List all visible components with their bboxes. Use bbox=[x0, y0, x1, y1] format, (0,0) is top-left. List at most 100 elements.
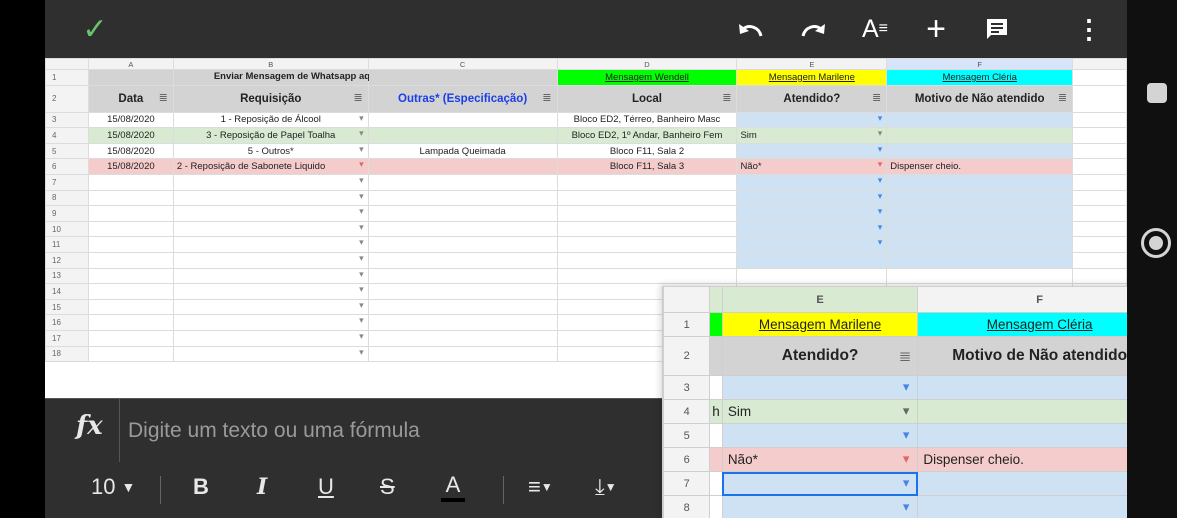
cell-b1[interactable]: Enviar Mensagem de Whatsapp aqui --> bbox=[172, 69, 393, 86]
col-header-b[interactable]: B bbox=[172, 58, 369, 70]
vertical-align-icon[interactable]: ⤓ ▼ bbox=[595, 474, 617, 500]
header-atendido[interactable]: Atendido? bbox=[736, 84, 888, 113]
row-number[interactable]: 18 bbox=[45, 345, 89, 363]
cell-motivo[interactable] bbox=[886, 142, 1074, 160]
cell-empty[interactable] bbox=[367, 267, 558, 285]
cell-atendido[interactable]: Não* bbox=[736, 158, 888, 175]
row-number[interactable]: 3 bbox=[45, 111, 89, 129]
row-number[interactable]: 5 bbox=[45, 142, 89, 160]
cell-date[interactable]: 15/08/2020 bbox=[87, 127, 174, 144]
zoom-link-cleria[interactable]: Mensagem Cléria bbox=[917, 312, 1127, 337]
cell-date[interactable]: 15/08/2020 bbox=[87, 158, 174, 175]
formula-input[interactable]: Digite um texto ou uma fórmula bbox=[128, 419, 420, 443]
cell-empty[interactable] bbox=[87, 189, 174, 207]
cell-empty[interactable] bbox=[87, 236, 174, 253]
cell-requisicao[interactable] bbox=[172, 173, 369, 191]
cell-empty[interactable] bbox=[556, 267, 738, 285]
cell-local[interactable]: Bloco F11, Sala 2 bbox=[556, 142, 738, 160]
cell-empty[interactable] bbox=[1072, 236, 1127, 253]
zoom-header-atendido[interactable]: Atendido? bbox=[721, 336, 919, 376]
col-header-c[interactable]: C bbox=[367, 58, 558, 70]
zoom-cell-atendido[interactable] bbox=[721, 375, 919, 400]
cell-empty[interactable] bbox=[1072, 173, 1127, 191]
bold-button[interactable]: B bbox=[193, 474, 209, 500]
cell-empty[interactable] bbox=[87, 298, 174, 316]
cell-empty[interactable] bbox=[87, 267, 174, 285]
cell-requisicao[interactable] bbox=[172, 345, 369, 363]
header-outras[interactable]: Outras* (Especificação) bbox=[367, 84, 558, 113]
cell-motivo[interactable]: Dispenser cheio. bbox=[886, 158, 1074, 175]
comment-icon[interactable] bbox=[975, 8, 1019, 50]
cell-g1[interactable] bbox=[1072, 69, 1127, 86]
zoom-row-number[interactable]: 6 bbox=[663, 447, 711, 472]
zoom-cell-atendido[interactable]: Não* bbox=[721, 447, 919, 472]
cell-atendido[interactable] bbox=[736, 251, 888, 269]
header-local[interactable]: Local bbox=[556, 84, 738, 113]
zoom-row-number[interactable]: 5 bbox=[663, 423, 711, 448]
cell-atendido[interactable] bbox=[736, 205, 888, 222]
zoom-row-number[interactable]: 1 bbox=[663, 312, 711, 337]
cell-motivo[interactable] bbox=[886, 251, 1074, 269]
zoom-cell-atendido[interactable]: Sim bbox=[721, 399, 919, 424]
cell-empty[interactable] bbox=[367, 298, 558, 316]
cell-requisicao[interactable]: 2 - Reposição de Sabonete Liquido bbox=[172, 158, 369, 175]
cell-requisicao[interactable] bbox=[172, 314, 369, 331]
cell-atendido[interactable] bbox=[736, 220, 888, 238]
cell-empty[interactable] bbox=[87, 345, 174, 363]
row-number[interactable]: 13 bbox=[45, 267, 89, 285]
cell-motivo[interactable] bbox=[886, 111, 1074, 129]
cell-date[interactable]: 15/08/2020 bbox=[87, 142, 174, 160]
text-color-button[interactable]: A bbox=[441, 474, 465, 502]
cell-empty[interactable] bbox=[556, 189, 738, 207]
zoom-header-motivo[interactable]: Motivo de Não atendido bbox=[917, 336, 1127, 376]
zoom-row-number[interactable]: 8 bbox=[663, 495, 711, 518]
more-vert-icon[interactable]: ⋮ bbox=[1069, 8, 1109, 50]
cell-atendido[interactable] bbox=[736, 142, 888, 160]
redo-icon[interactable] bbox=[790, 8, 834, 50]
cell-empty[interactable] bbox=[556, 173, 738, 191]
cell-outras[interactable] bbox=[367, 111, 558, 129]
cell-empty[interactable] bbox=[556, 236, 738, 253]
underline-button[interactable]: U bbox=[318, 474, 334, 500]
zoom-cell-atendido[interactable] bbox=[721, 495, 919, 518]
strikethrough-button[interactable]: S bbox=[380, 474, 395, 500]
cell-empty[interactable] bbox=[367, 205, 558, 222]
cell-requisicao[interactable] bbox=[172, 267, 369, 285]
cell-atendido[interactable] bbox=[736, 111, 888, 129]
col-header-d[interactable]: D bbox=[556, 58, 738, 70]
undo-icon[interactable] bbox=[730, 8, 774, 50]
check-icon[interactable]: ✓ bbox=[75, 8, 115, 50]
cell-empty[interactable] bbox=[367, 173, 558, 191]
cell-requisicao[interactable]: 5 - Outros* bbox=[172, 142, 369, 160]
cell-local[interactable]: Bloco F11, Sala 3 bbox=[556, 158, 738, 175]
header-data[interactable]: Data bbox=[87, 84, 174, 113]
cell-requisicao[interactable] bbox=[172, 251, 369, 269]
corner-cell[interactable] bbox=[45, 58, 89, 70]
cell-empty[interactable] bbox=[736, 267, 888, 285]
cell-outras[interactable] bbox=[367, 127, 558, 144]
col-header-f[interactable]: F bbox=[886, 58, 1074, 70]
cell-atendido[interactable] bbox=[736, 173, 888, 191]
cell-a1[interactable] bbox=[87, 69, 174, 86]
cell-local[interactable]: Bloco ED2, 1º Andar, Banheiro Fem bbox=[556, 127, 738, 144]
header-requisicao[interactable]: Requisição bbox=[172, 84, 369, 113]
cell-requisicao[interactable] bbox=[172, 220, 369, 238]
cell-requisicao[interactable]: 3 - Reposição de Papel Toalha bbox=[172, 127, 369, 144]
cell-empty[interactable] bbox=[87, 314, 174, 331]
cell-empty[interactable] bbox=[1072, 205, 1127, 222]
cell-empty[interactable] bbox=[1072, 220, 1127, 238]
row-number[interactable]: 10 bbox=[45, 220, 89, 238]
cell-motivo[interactable] bbox=[886, 189, 1074, 207]
cell-empty[interactable] bbox=[1072, 142, 1127, 160]
cell-empty[interactable] bbox=[1072, 111, 1127, 129]
cell-empty[interactable] bbox=[367, 220, 558, 238]
cell-empty[interactable] bbox=[87, 173, 174, 191]
row-number[interactable]: 9 bbox=[45, 205, 89, 222]
zoom-cell-motivo[interactable] bbox=[917, 471, 1127, 496]
cell-atendido[interactable]: Sim bbox=[736, 127, 888, 144]
row-number[interactable]: 17 bbox=[45, 329, 89, 347]
cell-empty[interactable] bbox=[87, 251, 174, 269]
zoom-row-number[interactable]: 3 bbox=[663, 375, 711, 400]
cell-empty[interactable] bbox=[367, 236, 558, 253]
zoom-row-number[interactable]: 7 bbox=[663, 471, 711, 496]
